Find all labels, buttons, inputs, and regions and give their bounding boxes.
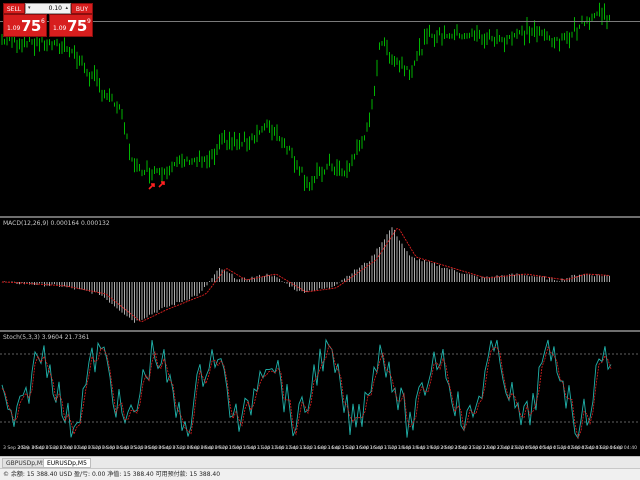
sell-price-fraction: 6 bbox=[41, 18, 45, 25]
price-chart-pane[interactable] bbox=[0, 0, 640, 216]
account-status-bar: © 余额: 15 388.40 USD 盈/亏: 0.00 净值: 15 388… bbox=[0, 468, 640, 480]
stochastic-signal-line bbox=[1, 343, 612, 439]
stochastic-label: Stoch(5,3,3) 3.9604 21.7361 bbox=[3, 334, 90, 341]
macd-canvas[interactable] bbox=[0, 218, 640, 330]
sell-price-quote[interactable]: 1.09 75 6 bbox=[3, 14, 47, 37]
account-status-text: © 余额: 15 388.40 USD 盈/亏: 0.00 净值: 15 388… bbox=[3, 471, 221, 478]
lot-decrease-icon[interactable]: ▾ bbox=[28, 4, 31, 13]
stochastic-main-line bbox=[1, 338, 612, 440]
tab-eurusdp-m5[interactable]: EURUSDp,M5 bbox=[43, 458, 91, 468]
macd-signal-line bbox=[2, 227, 610, 322]
time-axis-label: 4 Sep 04:40 bbox=[609, 446, 638, 451]
buy-price-fraction: 9 bbox=[87, 18, 91, 25]
current-price-line bbox=[0, 21, 640, 22]
sell-button[interactable]: SELL bbox=[3, 3, 25, 14]
buy-button[interactable]: BUY bbox=[71, 3, 93, 14]
buy-price-pips: 75 bbox=[67, 17, 87, 35]
lot-size-value: 0.10 bbox=[48, 5, 62, 12]
macd-label: MACD(12,26,9) 0.000164 0.000132 bbox=[3, 220, 110, 227]
buy-price-prefix: 1.09 bbox=[53, 25, 67, 32]
lot-increase-icon[interactable]: ▴ bbox=[65, 4, 68, 13]
stochastic-pane[interactable]: Stoch(5,3,3) 3.9604 21.7361 bbox=[0, 332, 640, 444]
sell-price-prefix: 1.09 bbox=[7, 25, 21, 32]
trade-arrow-icon bbox=[148, 183, 155, 190]
buy-price-quote[interactable]: 1.09 75 9 bbox=[49, 14, 93, 37]
stochastic-canvas[interactable] bbox=[0, 332, 640, 444]
time-axis: 3 Sep 2019 3 Sep 00:40 3 Sep 01:20 3 Sep 02… bbox=[0, 444, 640, 456]
macd-pane[interactable]: MACD(12,26,9) 0.000164 0.000132 bbox=[0, 218, 640, 330]
price-chart-canvas[interactable] bbox=[0, 0, 640, 216]
trade-arrow-icon bbox=[158, 181, 165, 188]
lot-size-field[interactable]: ▾ 0.10 ▴ bbox=[25, 3, 71, 14]
chart-tab-bar: GBPUSDp,M5 EURUSDp,M5 bbox=[0, 456, 640, 468]
one-click-trading-panel: SELL ▾ 0.10 ▴ BUY 1.09 75 6 1.09 75 9 bbox=[3, 3, 93, 37]
sell-price-pips: 75 bbox=[21, 17, 41, 35]
